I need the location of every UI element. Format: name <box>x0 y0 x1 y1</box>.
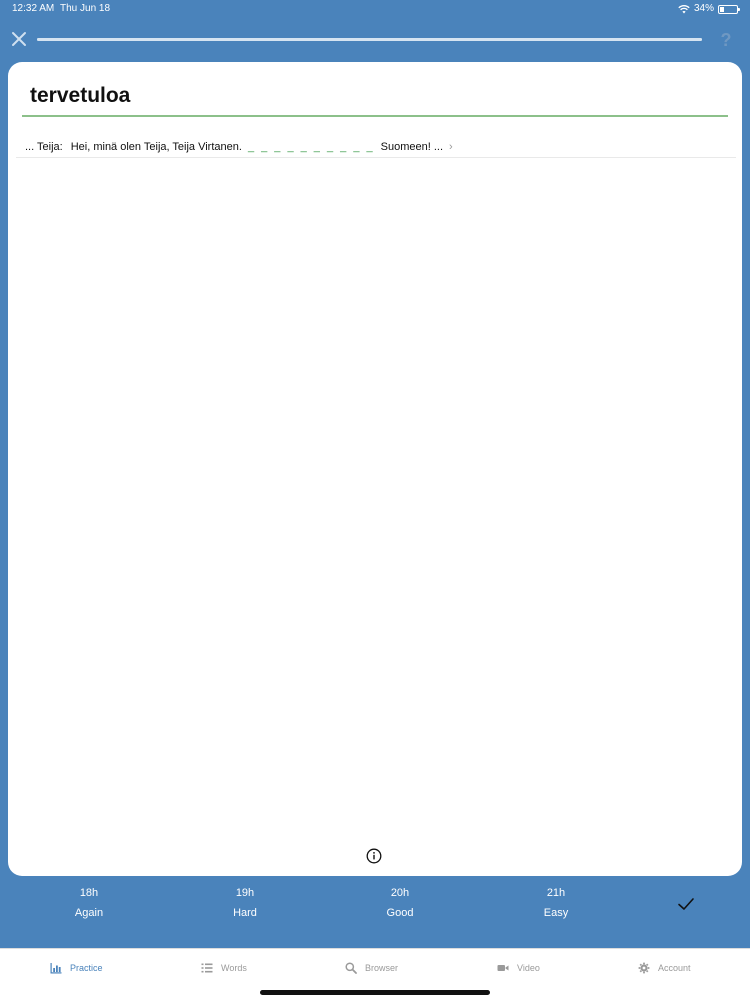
again-button[interactable]: 18h Again <box>39 880 139 930</box>
tab-words-label: Words <box>221 963 247 973</box>
tab-practice[interactable]: Practice <box>50 959 103 977</box>
magnifier-icon <box>345 962 357 974</box>
lesson-progress-fill <box>37 38 702 41</box>
battery-percent: 34% <box>693 3 714 14</box>
tab-practice-label: Practice <box>70 963 103 973</box>
status-time: 12:32 AM <box>12 3 55 14</box>
easy-label: Easy <box>543 907 569 919</box>
sentence-text: Hei, minä olen Teija, Teija Virtanen. <box>70 140 242 153</box>
again-interval: 18h <box>79 887 99 899</box>
gear-icon <box>638 962 650 974</box>
flashcard: tervetuloa ... Teija: Hei, minä olen Tei… <box>8 62 742 876</box>
example-sentence-row[interactable]: ... Teija: Hei, minä olen Teija, Teija V… <box>16 136 736 158</box>
tab-account-label: Account <box>658 963 691 973</box>
status-indicators: 34% <box>678 0 740 18</box>
video-camera-icon <box>497 965 509 971</box>
lesson-top-bar: ? <box>0 24 750 56</box>
sentence-tail: Suomeen! ... <box>380 140 443 153</box>
tab-browser[interactable]: Browser <box>345 959 398 977</box>
good-label: Good <box>386 907 414 919</box>
tab-account[interactable]: Account <box>638 959 691 977</box>
bar-chart-icon <box>50 963 62 974</box>
lesson-progress-bar <box>37 38 702 41</box>
battery-icon <box>718 4 740 14</box>
status-bar: 12:32 AM Thu Jun 18 34% <box>0 0 750 20</box>
good-button[interactable]: 20h Good <box>350 880 450 930</box>
tab-words[interactable]: Words <box>201 959 247 977</box>
tab-browser-label: Browser <box>365 963 399 973</box>
title-underline <box>22 115 728 117</box>
status-date: Thu Jun 18 <box>60 3 111 14</box>
easy-button[interactable]: 21h Easy <box>506 880 606 930</box>
help-button[interactable]: ? <box>716 28 736 52</box>
battery-level-fill <box>720 6 725 12</box>
flashcard-word: tervetuloa <box>30 84 131 107</box>
home-indicator <box>260 990 490 995</box>
tab-video-label: Video <box>517 963 540 973</box>
wifi-icon <box>678 5 690 14</box>
info-icon[interactable] <box>366 848 382 864</box>
sentence-blank: _ _ _ _ _ _ _ _ _ _ <box>247 140 375 153</box>
tab-video[interactable]: Video <box>497 959 540 977</box>
list-icon <box>201 963 213 973</box>
close-icon[interactable] <box>8 28 30 50</box>
hard-button[interactable]: 19h Hard <box>195 880 295 930</box>
answer-bar: 18h Again 19h Hard 20h Good 21h Easy <box>0 880 750 942</box>
chevron-right-icon: › <box>449 140 453 153</box>
checkmark-icon[interactable] <box>676 894 696 914</box>
again-label: Again <box>74 907 104 919</box>
sentence-speaker: ... Teija: <box>25 140 63 153</box>
hard-label: Hard <box>233 907 257 919</box>
easy-interval: 21h <box>546 887 566 899</box>
good-interval: 20h <box>390 887 410 899</box>
hard-interval: 19h <box>235 887 255 899</box>
